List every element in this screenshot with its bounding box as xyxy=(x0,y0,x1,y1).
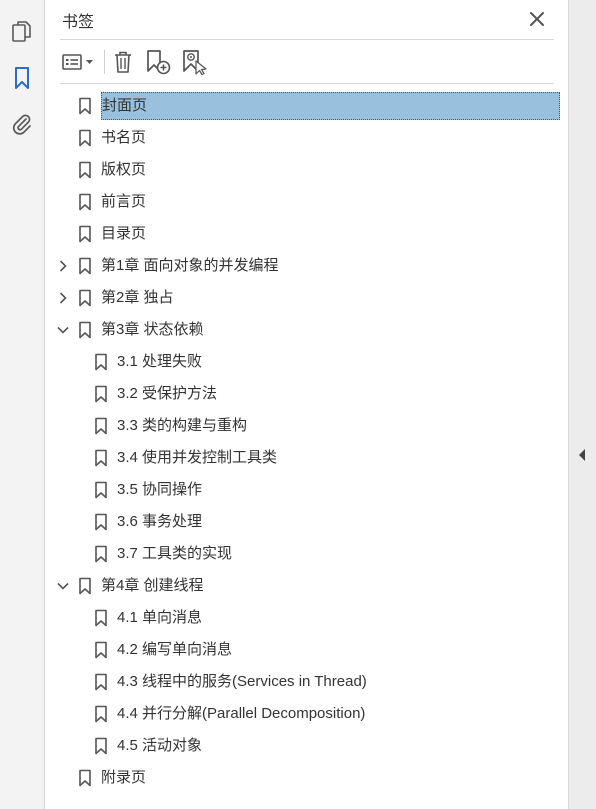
bookmark-item[interactable]: 第2章 独占 xyxy=(46,284,560,312)
bookmark-label: 3.4 使用并发控制工具类 xyxy=(117,449,278,466)
navigation-rail xyxy=(0,0,45,809)
bookmark-label: 第2章 独占 xyxy=(101,289,174,306)
bookmark-label: 第1章 面向对象的并发编程 xyxy=(101,257,279,274)
bookmark-label: 第4章 创建线程 xyxy=(101,577,204,594)
find-current-bookmark-button[interactable] xyxy=(180,48,208,76)
bookmark-label: 4.3 线程中的服务(Services in Thread) xyxy=(117,673,367,690)
bookmark-label: 3.5 协同操作 xyxy=(117,481,203,498)
bookmark-item[interactable]: 封面页 xyxy=(46,92,560,120)
bookmark-item[interactable]: 第4章 创建线程 xyxy=(46,572,560,600)
bookmark-item[interactable]: 目录页 xyxy=(46,220,560,248)
bookmark-label: 3.3 类的构建与重构 xyxy=(117,417,248,434)
bookmark-icon xyxy=(78,289,92,307)
bookmark-item[interactable]: 第1章 面向对象的并发编程 xyxy=(46,252,560,280)
collapse-left-icon xyxy=(579,449,585,461)
bookmark-icon xyxy=(94,513,108,531)
bookmark-label: 版权页 xyxy=(101,161,147,178)
chevron-right-icon[interactable] xyxy=(56,291,70,305)
bookmark-icon xyxy=(78,161,92,179)
new-bookmark-icon xyxy=(147,50,171,75)
bookmark-label: 第3章 状态依赖 xyxy=(101,321,204,338)
bookmark-icon xyxy=(94,353,108,371)
bookmark-icon xyxy=(94,449,108,467)
bookmark-icon xyxy=(94,705,108,723)
bookmarks-window: 书签 封面页 书名页 版权页 前言页 目录页 第1章 面向对象的并发编程 第2章… xyxy=(0,0,596,809)
bookmark-item[interactable]: 3.1 处理失败 xyxy=(46,348,560,376)
bookmark-label: 目录页 xyxy=(101,225,147,242)
bookmark-item[interactable]: 3.7 工具类的实现 xyxy=(46,540,560,568)
bookmark-item[interactable]: 3.2 受保护方法 xyxy=(46,380,560,408)
bookmark-label: 4.4 并行分解(Parallel Decomposition) xyxy=(117,705,366,722)
bookmark-icon xyxy=(15,67,29,89)
bookmark-icon xyxy=(78,321,92,339)
bookmark-label: 4.5 活动对象 xyxy=(117,737,203,754)
bookmark-label: 附录页 xyxy=(101,769,147,786)
find-current-bookmark-icon xyxy=(183,50,207,75)
chevron-right-icon[interactable] xyxy=(56,259,70,273)
bookmark-icon xyxy=(78,193,92,211)
bookmark-item[interactable]: 4.5 活动对象 xyxy=(46,732,560,760)
chevron-down-icon[interactable] xyxy=(56,579,70,593)
divider xyxy=(60,39,554,40)
paperclip-icon xyxy=(12,114,31,135)
bookmark-label: 书名页 xyxy=(101,129,147,146)
bookmark-item[interactable]: 3.3 类的构建与重构 xyxy=(46,412,560,440)
panel-title: 书签 xyxy=(62,14,95,31)
bookmark-item[interactable]: 前言页 xyxy=(46,188,560,216)
bookmark-label: 封面页 xyxy=(101,92,560,120)
bookmark-label: 4.2 编写单向消息 xyxy=(117,641,233,658)
trash-icon xyxy=(115,51,131,73)
bookmark-label: 3.1 处理失败 xyxy=(117,353,203,370)
bookmark-item[interactable]: 3.6 事务处理 xyxy=(46,508,560,536)
delete-bookmark-button[interactable] xyxy=(110,48,136,76)
bookmarks-toolbar xyxy=(60,46,554,78)
bookmark-item[interactable]: 4.3 线程中的服务(Services in Thread) xyxy=(46,668,560,696)
bookmark-item[interactable]: 附录页 xyxy=(46,764,560,792)
bookmark-icon xyxy=(94,417,108,435)
options-menu-icon xyxy=(62,54,93,70)
pages-button[interactable] xyxy=(8,18,36,46)
bookmark-icon xyxy=(78,129,92,147)
bookmark-item[interactable]: 版权页 xyxy=(46,156,560,184)
attachments-button[interactable] xyxy=(8,110,36,138)
bookmark-item[interactable]: 3.4 使用并发控制工具类 xyxy=(46,444,560,472)
close-icon xyxy=(530,12,544,26)
chevron-down-icon[interactable] xyxy=(56,323,70,337)
panel-collapse-strip[interactable] xyxy=(568,0,596,809)
bookmark-item[interactable]: 4.4 并行分解(Parallel Decomposition) xyxy=(46,700,560,728)
bookmark-icon xyxy=(78,769,92,787)
bookmark-icon xyxy=(94,737,108,755)
bookmark-label: 3.6 事务处理 xyxy=(117,513,203,530)
bookmarks-button[interactable] xyxy=(8,64,36,92)
close-button[interactable] xyxy=(526,8,548,30)
bookmark-label: 4.1 单向消息 xyxy=(117,609,203,626)
bookmark-icon xyxy=(94,385,108,403)
bookmark-item[interactable]: 第3章 状态依赖 xyxy=(46,316,560,344)
new-bookmark-button[interactable] xyxy=(144,48,172,76)
bookmark-item[interactable]: 3.5 协同操作 xyxy=(46,476,560,504)
bookmark-icon xyxy=(94,609,108,627)
bookmark-item[interactable]: 书名页 xyxy=(46,124,560,152)
options-menu-button[interactable] xyxy=(60,48,98,76)
bookmark-icon xyxy=(78,257,92,275)
bookmark-icon xyxy=(78,577,92,595)
toolbar-divider xyxy=(104,50,105,74)
bookmarks-panel: 书签 封面页 书名页 版权页 前言页 目录页 第1章 面向对象的并发编程 第2章… xyxy=(46,0,568,809)
bookmark-icon xyxy=(78,97,92,115)
bookmark-label: 3.7 工具类的实现 xyxy=(117,545,233,562)
pages-icon xyxy=(12,21,31,42)
bookmark-icon xyxy=(94,641,108,659)
bookmark-label: 前言页 xyxy=(101,193,147,210)
bookmark-label: 3.2 受保护方法 xyxy=(117,385,218,402)
divider xyxy=(60,83,554,84)
bookmark-icon xyxy=(94,545,108,563)
collapse-button[interactable] xyxy=(575,447,589,463)
bookmark-item[interactable]: 4.1 单向消息 xyxy=(46,604,560,632)
bookmark-item[interactable]: 4.2 编写单向消息 xyxy=(46,636,560,664)
bookmark-icon xyxy=(94,673,108,691)
bookmark-icon xyxy=(94,481,108,499)
bookmark-icon xyxy=(78,225,92,243)
